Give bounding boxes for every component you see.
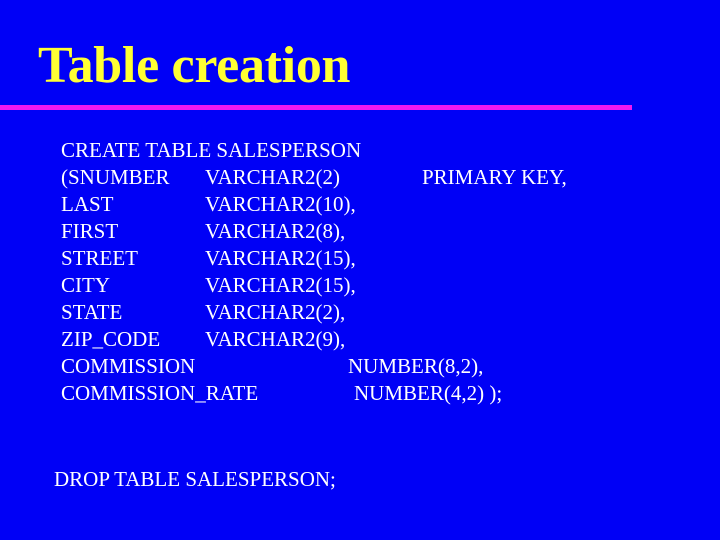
column-name: COMMISSION (61, 354, 196, 378)
slide-title: Table creation (38, 37, 351, 94)
column-name: LAST (61, 192, 114, 216)
column-type: NUMBER(8,2), (348, 354, 484, 378)
column-type: VARCHAR2(10), (205, 192, 356, 216)
column-type: VARCHAR2(8), (205, 219, 346, 243)
column-name: STREET (61, 246, 138, 270)
column-name: COMMISSION_RATE (61, 381, 259, 405)
column-type: VARCHAR2(9), (205, 327, 346, 351)
column-type: VARCHAR2(15), (205, 246, 356, 270)
column-name: (SNUMBER (61, 165, 170, 189)
column-name: ZIP_CODE (61, 327, 161, 351)
column-name: FIRST (61, 219, 119, 243)
column-name: CITY (61, 273, 110, 297)
column-name: STATE (61, 300, 123, 324)
create-table-header: CREATE TABLE SALESPERSON (61, 138, 362, 162)
column-type: VARCHAR2(2) (205, 165, 340, 189)
column-type: VARCHAR2(15), (205, 273, 356, 297)
column-type: NUMBER(4,2) ); (354, 381, 503, 405)
title-underline-rule (0, 105, 632, 110)
column-type: VARCHAR2(2), (205, 300, 346, 324)
drop-table-statement: DROP TABLE SALESPERSON; (54, 467, 336, 491)
column-constraint: PRIMARY KEY, (422, 165, 567, 189)
